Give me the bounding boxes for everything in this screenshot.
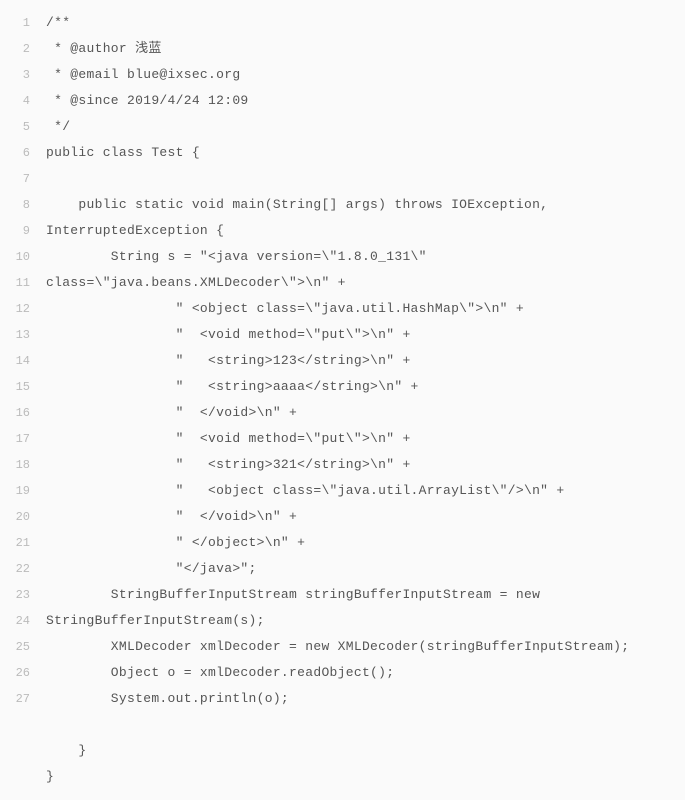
code-line: StringBufferInputStream(s); (46, 608, 685, 634)
line-number: 22 (0, 556, 30, 582)
line-number: 27 (0, 686, 30, 712)
code-line: " <string>aaaa</string>\n" + (46, 374, 685, 400)
line-number: 6 (0, 140, 30, 166)
line-number: 19 (0, 478, 30, 504)
line-number: 26 (0, 660, 30, 686)
line-number: 3 (0, 62, 30, 88)
code-line: public class Test { (46, 140, 685, 166)
code-line: " <object class=\"java.util.ArrayList\"/… (46, 478, 685, 504)
line-number: 4 (0, 88, 30, 114)
code-line (46, 712, 685, 738)
line-number: 8 (0, 192, 30, 218)
line-number: 16 (0, 400, 30, 426)
code-line: } (46, 738, 685, 764)
line-number: 18 (0, 452, 30, 478)
line-number: 25 (0, 634, 30, 660)
code-line: } (46, 764, 685, 790)
code-line: "</java>"; (46, 556, 685, 582)
code-line: " <object class=\"java.util.HashMap\">\n… (46, 296, 685, 322)
code-line: */ (46, 114, 685, 140)
code-line: XMLDecoder xmlDecoder = new XMLDecoder(s… (46, 634, 685, 660)
code-line: String s = "<java version=\"1.8.0_131\" (46, 244, 685, 270)
code-line: " <void method=\"put\">\n" + (46, 426, 685, 452)
line-number: 7 (0, 166, 30, 192)
code-line: /** (46, 10, 685, 36)
line-number: 11 (0, 270, 30, 296)
code-line: " </void>\n" + (46, 504, 685, 530)
line-number: 1 (0, 10, 30, 36)
code-line: " <string>123</string>\n" + (46, 348, 685, 374)
line-number: 17 (0, 426, 30, 452)
code-content: /** * @author 浅蓝 * @email blue@ixsec.org… (38, 0, 685, 800)
code-line: InterruptedException { (46, 218, 685, 244)
line-number: 23 (0, 582, 30, 608)
code-line (46, 166, 685, 192)
code-line: " <string>321</string>\n" + (46, 452, 685, 478)
code-line: * @email blue@ixsec.org (46, 62, 685, 88)
line-number: 14 (0, 348, 30, 374)
code-line: public static void main(String[] args) t… (46, 192, 685, 218)
line-numbers-gutter: 1 2 3 4 5 6 7 8 9 10 11 12 13 14 15 16 1… (0, 0, 38, 800)
code-line: " </object>\n" + (46, 530, 685, 556)
line-number: 15 (0, 374, 30, 400)
code-line: * @author 浅蓝 (46, 36, 685, 62)
code-line: StringBufferInputStream stringBufferInpu… (46, 582, 685, 608)
code-block: 1 2 3 4 5 6 7 8 9 10 11 12 13 14 15 16 1… (0, 0, 685, 800)
line-number: 9 (0, 218, 30, 244)
line-number: 21 (0, 530, 30, 556)
code-line: System.out.println(o); (46, 686, 685, 712)
line-number: 24 (0, 608, 30, 634)
line-number: 12 (0, 296, 30, 322)
line-number: 5 (0, 114, 30, 140)
line-number: 10 (0, 244, 30, 270)
code-line: " <void method=\"put\">\n" + (46, 322, 685, 348)
code-line: Object o = xmlDecoder.readObject(); (46, 660, 685, 686)
line-number: 2 (0, 36, 30, 62)
code-line: " </void>\n" + (46, 400, 685, 426)
line-number: 13 (0, 322, 30, 348)
code-line: class=\"java.beans.XMLDecoder\">\n" + (46, 270, 685, 296)
line-number: 20 (0, 504, 30, 530)
code-line: * @since 2019/4/24 12:09 (46, 88, 685, 114)
